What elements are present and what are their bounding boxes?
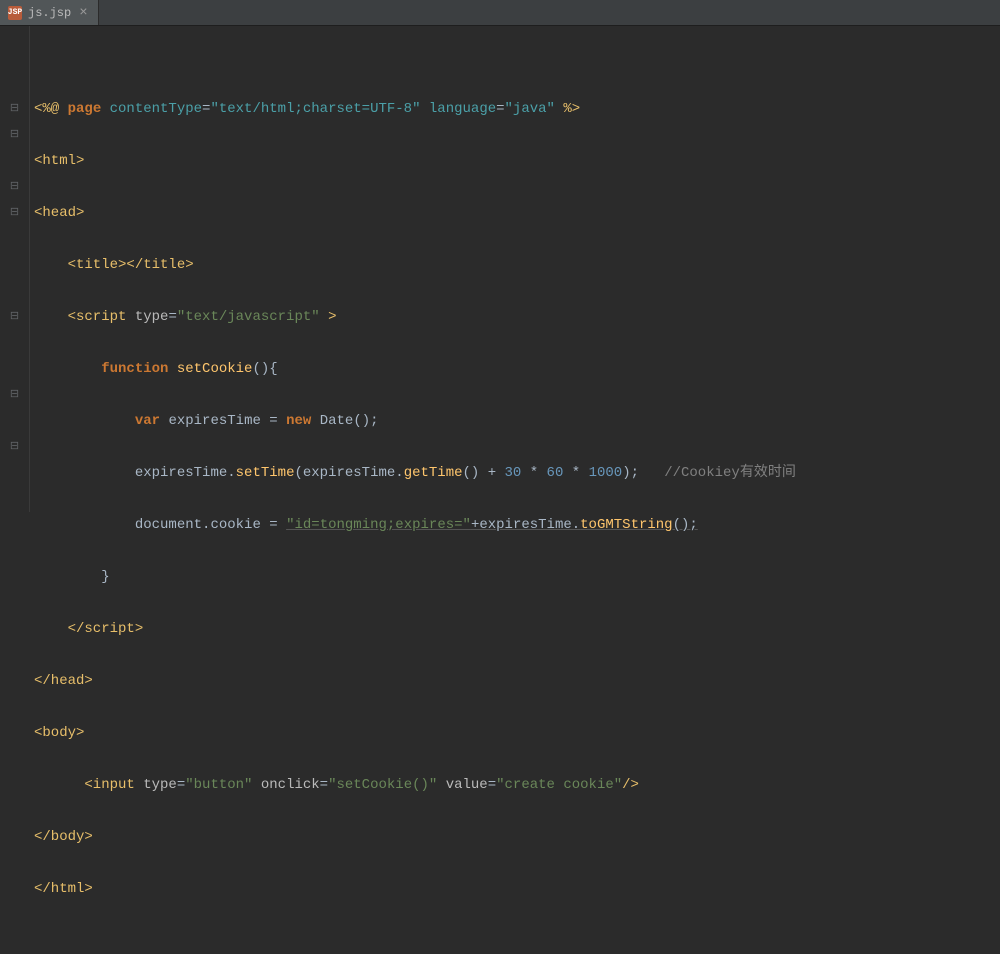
- close-icon[interactable]: ×: [77, 5, 89, 21]
- gutter[interactable]: ⊟ ⊟ ⊟ ⊟ ⊟ ⊟ ⊟: [0, 26, 30, 512]
- editor-area: ⊟ ⊟ ⊟ ⊟ ⊟ ⊟ ⊟ <%@ page contentType="text…: [0, 26, 1000, 512]
- code-line[interactable]: expiresTime.setTime(expiresTime.getTime(…: [34, 460, 1000, 486]
- code-line[interactable]: <script type="text/javascript" >: [34, 304, 1000, 330]
- code-line[interactable]: <title></title>: [34, 252, 1000, 278]
- fold-marker[interactable]: [0, 70, 29, 96]
- fold-marker[interactable]: ⊟: [0, 96, 29, 122]
- fold-marker[interactable]: ⊟: [0, 122, 29, 148]
- fold-marker[interactable]: [0, 330, 29, 356]
- fold-marker[interactable]: [0, 356, 29, 382]
- fold-marker[interactable]: ⊟: [0, 304, 29, 330]
- code-line[interactable]: }: [34, 564, 1000, 590]
- code-line[interactable]: <html>: [34, 148, 1000, 174]
- code-line[interactable]: function setCookie(){: [34, 356, 1000, 382]
- fold-marker[interactable]: ⊟: [0, 174, 29, 200]
- code-line[interactable]: </head>: [34, 668, 1000, 694]
- fold-marker[interactable]: [0, 408, 29, 434]
- fold-marker[interactable]: [0, 460, 29, 486]
- code-line[interactable]: <head>: [34, 200, 1000, 226]
- code-editor[interactable]: <%@ page contentType="text/html;charset=…: [30, 26, 1000, 512]
- fold-marker[interactable]: [0, 226, 29, 252]
- code-line[interactable]: document.cookie = "id=tongming;expires="…: [34, 512, 1000, 538]
- fold-marker[interactable]: [0, 278, 29, 304]
- fold-marker[interactable]: [0, 252, 29, 278]
- jsp-file-icon: JSP: [8, 6, 22, 20]
- code-line[interactable]: </script>: [34, 616, 1000, 642]
- code-line[interactable]: </body>: [34, 824, 1000, 850]
- tab-filename: js.jsp: [28, 6, 71, 20]
- tab-bar: JSP js.jsp ×: [0, 0, 1000, 26]
- code-line[interactable]: <%@ page contentType="text/html;charset=…: [34, 96, 1000, 122]
- fold-marker[interactable]: ⊟: [0, 434, 29, 460]
- fold-marker[interactable]: ⊟: [0, 200, 29, 226]
- code-line[interactable]: </html>: [34, 876, 1000, 902]
- code-line[interactable]: <input type="button" onclick="setCookie(…: [34, 772, 1000, 798]
- code-line[interactable]: var expiresTime = new Date();: [34, 408, 1000, 434]
- code-line[interactable]: <body>: [34, 720, 1000, 746]
- fold-marker[interactable]: [0, 148, 29, 174]
- file-tab[interactable]: JSP js.jsp ×: [0, 0, 99, 25]
- fold-marker[interactable]: ⊟: [0, 382, 29, 408]
